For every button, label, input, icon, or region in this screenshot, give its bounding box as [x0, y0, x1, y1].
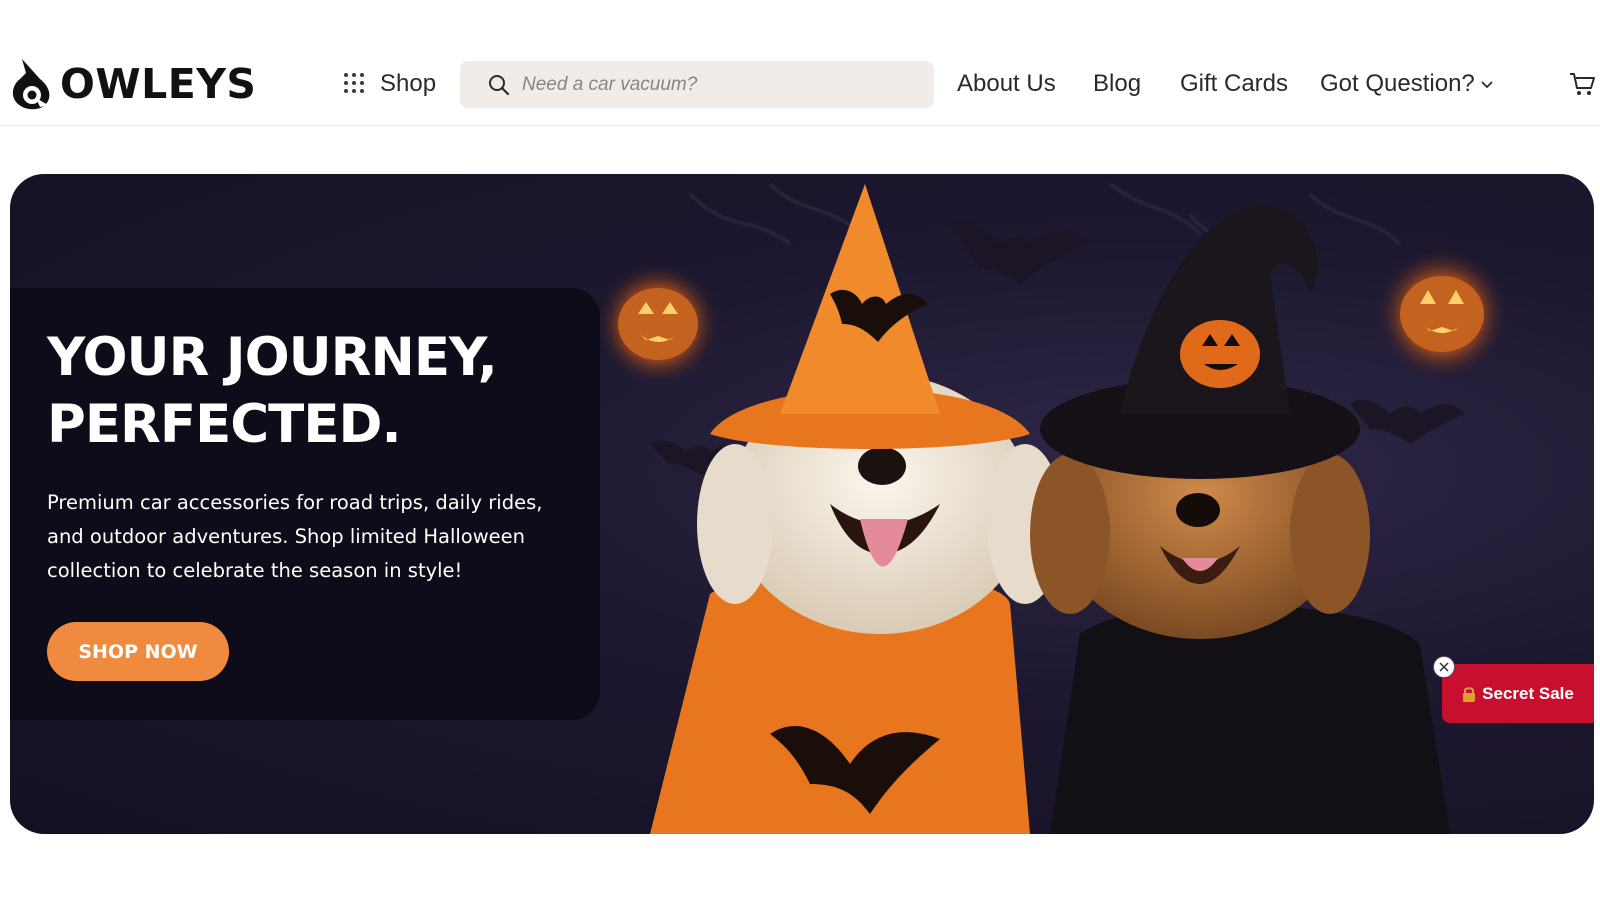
search-icon	[489, 74, 510, 95]
secret-sale-button[interactable]: Secret Sale	[1442, 664, 1594, 723]
chevron-down-icon	[1481, 81, 1493, 89]
lock-icon	[1462, 686, 1476, 702]
nav-about-us[interactable]: About Us	[957, 66, 1056, 102]
shop-menu-link[interactable]: Shop	[344, 66, 436, 102]
cart-icon	[1570, 73, 1595, 95]
grid-icon	[344, 73, 366, 95]
nav-blog[interactable]: Blog	[1093, 66, 1141, 102]
hero-title: YOUR JOURNEY, PERFECTED.	[47, 324, 567, 458]
shop-now-button[interactable]: SHOP NOW	[47, 622, 229, 681]
search-input[interactable]	[522, 73, 922, 96]
hero-subtitle: Premium car accessories for road trips, …	[47, 491, 543, 582]
close-icon	[1439, 662, 1449, 672]
cart-button[interactable]	[1568, 70, 1596, 103]
hero-banner: YOUR JOURNEY, PERFECTED. Premium car acc…	[10, 174, 1594, 834]
secret-sale-label: Secret Sale	[1482, 683, 1574, 703]
hero-text-panel: YOUR JOURNEY, PERFECTED. Premium car acc…	[10, 288, 600, 720]
logo-text: OWLEYS	[60, 59, 257, 108]
hero-title-line-1: YOUR JOURNEY,	[47, 327, 498, 388]
site-header: OWLEYS Shop About Us Blog Gift Cards Got…	[0, 0, 1600, 126]
nav-got-question[interactable]: Got Question?	[1320, 66, 1493, 102]
nav-gift-cards[interactable]: Gift Cards	[1180, 66, 1288, 102]
logo[interactable]: OWLEYS	[10, 56, 256, 112]
search-bar	[460, 61, 934, 108]
shop-label: Shop	[380, 70, 437, 97]
nav-got-question-label: Got Question?	[1320, 70, 1475, 97]
hero-title-line-2: PERFECTED.	[47, 394, 402, 455]
logo-mark-icon	[12, 59, 50, 110]
close-promo-button[interactable]	[1433, 656, 1455, 678]
